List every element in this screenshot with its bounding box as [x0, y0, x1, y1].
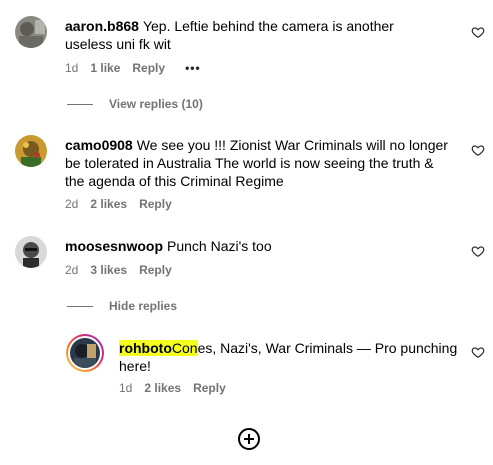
divider: [67, 305, 93, 307]
heart-outline-icon[interactable]: [471, 143, 485, 157]
reply-button[interactable]: Reply: [132, 61, 165, 75]
likes-count[interactable]: 1 like: [90, 61, 120, 75]
timestamp: 2d: [65, 197, 79, 211]
username[interactable]: rohboto: [119, 340, 172, 356]
heart-outline-icon[interactable]: [471, 25, 485, 39]
likes-count[interactable]: 3 likes: [90, 263, 127, 277]
heart-outline-icon[interactable]: [471, 345, 485, 359]
avatar[interactable]: [15, 16, 47, 48]
avatar[interactable]: [15, 236, 47, 268]
reply-button[interactable]: Reply: [139, 197, 172, 211]
heart-outline-icon[interactable]: [471, 244, 485, 258]
view-replies-label: View replies (10): [109, 97, 203, 111]
avatar[interactable]: [15, 135, 47, 167]
highlighted-text: Con: [171, 340, 198, 356]
timestamp: 1d: [65, 61, 79, 75]
divider: [67, 103, 93, 105]
plus-circle-icon[interactable]: [237, 427, 261, 451]
reply-button[interactable]: Reply: [139, 263, 172, 277]
username[interactable]: camo0908: [65, 137, 133, 153]
username[interactable]: aaron.b868: [65, 18, 139, 34]
username[interactable]: moosesnwoop: [65, 238, 163, 254]
timestamp: 2d: [65, 263, 79, 277]
timestamp: 1d: [119, 381, 133, 395]
avatar[interactable]: [66, 334, 104, 372]
more-options-icon[interactable]: •••: [185, 61, 201, 75]
hide-replies-label: Hide replies: [109, 299, 178, 313]
comment-text: Punch Nazi's too: [167, 238, 272, 254]
likes-count[interactable]: 2 likes: [90, 197, 127, 211]
hide-replies-button[interactable]: Hide replies: [67, 299, 177, 313]
view-replies-button[interactable]: View replies (10): [67, 97, 203, 111]
likes-count[interactable]: 2 likes: [144, 381, 181, 395]
reply-button[interactable]: Reply: [193, 381, 226, 395]
